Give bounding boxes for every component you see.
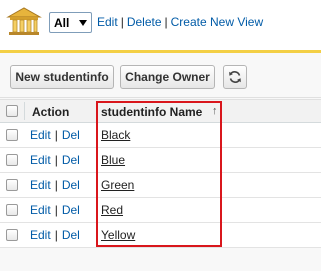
action-separator: | bbox=[54, 228, 58, 242]
row-checkbox[interactable] bbox=[6, 179, 18, 191]
column-divider bbox=[24, 102, 25, 120]
row-checkbox[interactable] bbox=[6, 229, 18, 241]
table-row: Edit | Del Blue bbox=[0, 148, 321, 173]
table-header: Action studentinfo Name ↑ bbox=[0, 99, 321, 123]
table-row: Edit | Del Red bbox=[0, 198, 321, 223]
refresh-icon bbox=[229, 71, 241, 83]
row-delete-link[interactable]: Del bbox=[62, 128, 80, 142]
row-checkbox[interactable] bbox=[6, 154, 18, 166]
view-select-value: All bbox=[54, 16, 70, 30]
record-name-link[interactable]: Black bbox=[101, 128, 130, 142]
list-panel: New studentinfo Change Owner Action stud… bbox=[0, 50, 321, 271]
column-header-action: Action bbox=[32, 105, 70, 119]
button-bar: New studentinfo Change Owner bbox=[0, 56, 321, 98]
row-edit-link[interactable]: Edit bbox=[30, 178, 51, 192]
link-separator: | bbox=[120, 15, 124, 29]
action-separator: | bbox=[54, 153, 58, 167]
row-edit-link[interactable]: Edit bbox=[30, 128, 51, 142]
select-all-checkbox[interactable] bbox=[6, 105, 18, 117]
refresh-button[interactable] bbox=[223, 65, 247, 89]
sort-ascending-icon[interactable]: ↑ bbox=[212, 105, 218, 117]
record-name-link[interactable]: Yellow bbox=[101, 228, 135, 242]
row-actions: Edit | Del bbox=[30, 228, 80, 242]
table-row: Edit | Del Green bbox=[0, 173, 321, 198]
column-header-name[interactable]: studentinfo Name bbox=[101, 105, 202, 119]
edit-view-link[interactable]: Edit bbox=[97, 15, 118, 29]
row-actions: Edit | Del bbox=[30, 153, 80, 167]
table-row: Edit | Del Yellow bbox=[0, 223, 321, 248]
view-links: Edit | Delete | Create New View bbox=[97, 15, 263, 29]
row-actions: Edit | Del bbox=[30, 178, 80, 192]
create-new-view-link[interactable]: Create New View bbox=[171, 15, 263, 29]
new-studentinfo-button[interactable]: New studentinfo bbox=[10, 65, 114, 89]
row-delete-link[interactable]: Del bbox=[62, 228, 80, 242]
action-separator: | bbox=[54, 203, 58, 217]
action-separator: | bbox=[54, 178, 58, 192]
chevron-down-icon bbox=[79, 20, 87, 26]
delete-view-link[interactable]: Delete bbox=[127, 15, 162, 29]
record-name-link[interactable]: Blue bbox=[101, 153, 125, 167]
column-divider bbox=[96, 102, 97, 120]
row-actions: Edit | Del bbox=[30, 128, 80, 142]
row-edit-link[interactable]: Edit bbox=[30, 203, 51, 217]
record-name-link[interactable]: Green bbox=[101, 178, 134, 192]
row-delete-link[interactable]: Del bbox=[62, 153, 80, 167]
row-checkbox[interactable] bbox=[6, 204, 18, 216]
row-delete-link[interactable]: Del bbox=[62, 203, 80, 217]
table-row: Edit | Del Black bbox=[0, 123, 321, 148]
building-icon bbox=[6, 6, 42, 36]
row-checkbox[interactable] bbox=[6, 129, 18, 141]
link-separator: | bbox=[164, 15, 168, 29]
change-owner-button[interactable]: Change Owner bbox=[120, 65, 215, 89]
view-select[interactable]: All bbox=[49, 12, 92, 33]
row-delete-link[interactable]: Del bbox=[62, 178, 80, 192]
row-edit-link[interactable]: Edit bbox=[30, 153, 51, 167]
row-actions: Edit | Del bbox=[30, 203, 80, 217]
record-name-link[interactable]: Red bbox=[101, 203, 123, 217]
action-separator: | bbox=[54, 128, 58, 142]
list-view-header: All Edit | Delete | Create New View bbox=[0, 0, 321, 44]
row-edit-link[interactable]: Edit bbox=[30, 228, 51, 242]
